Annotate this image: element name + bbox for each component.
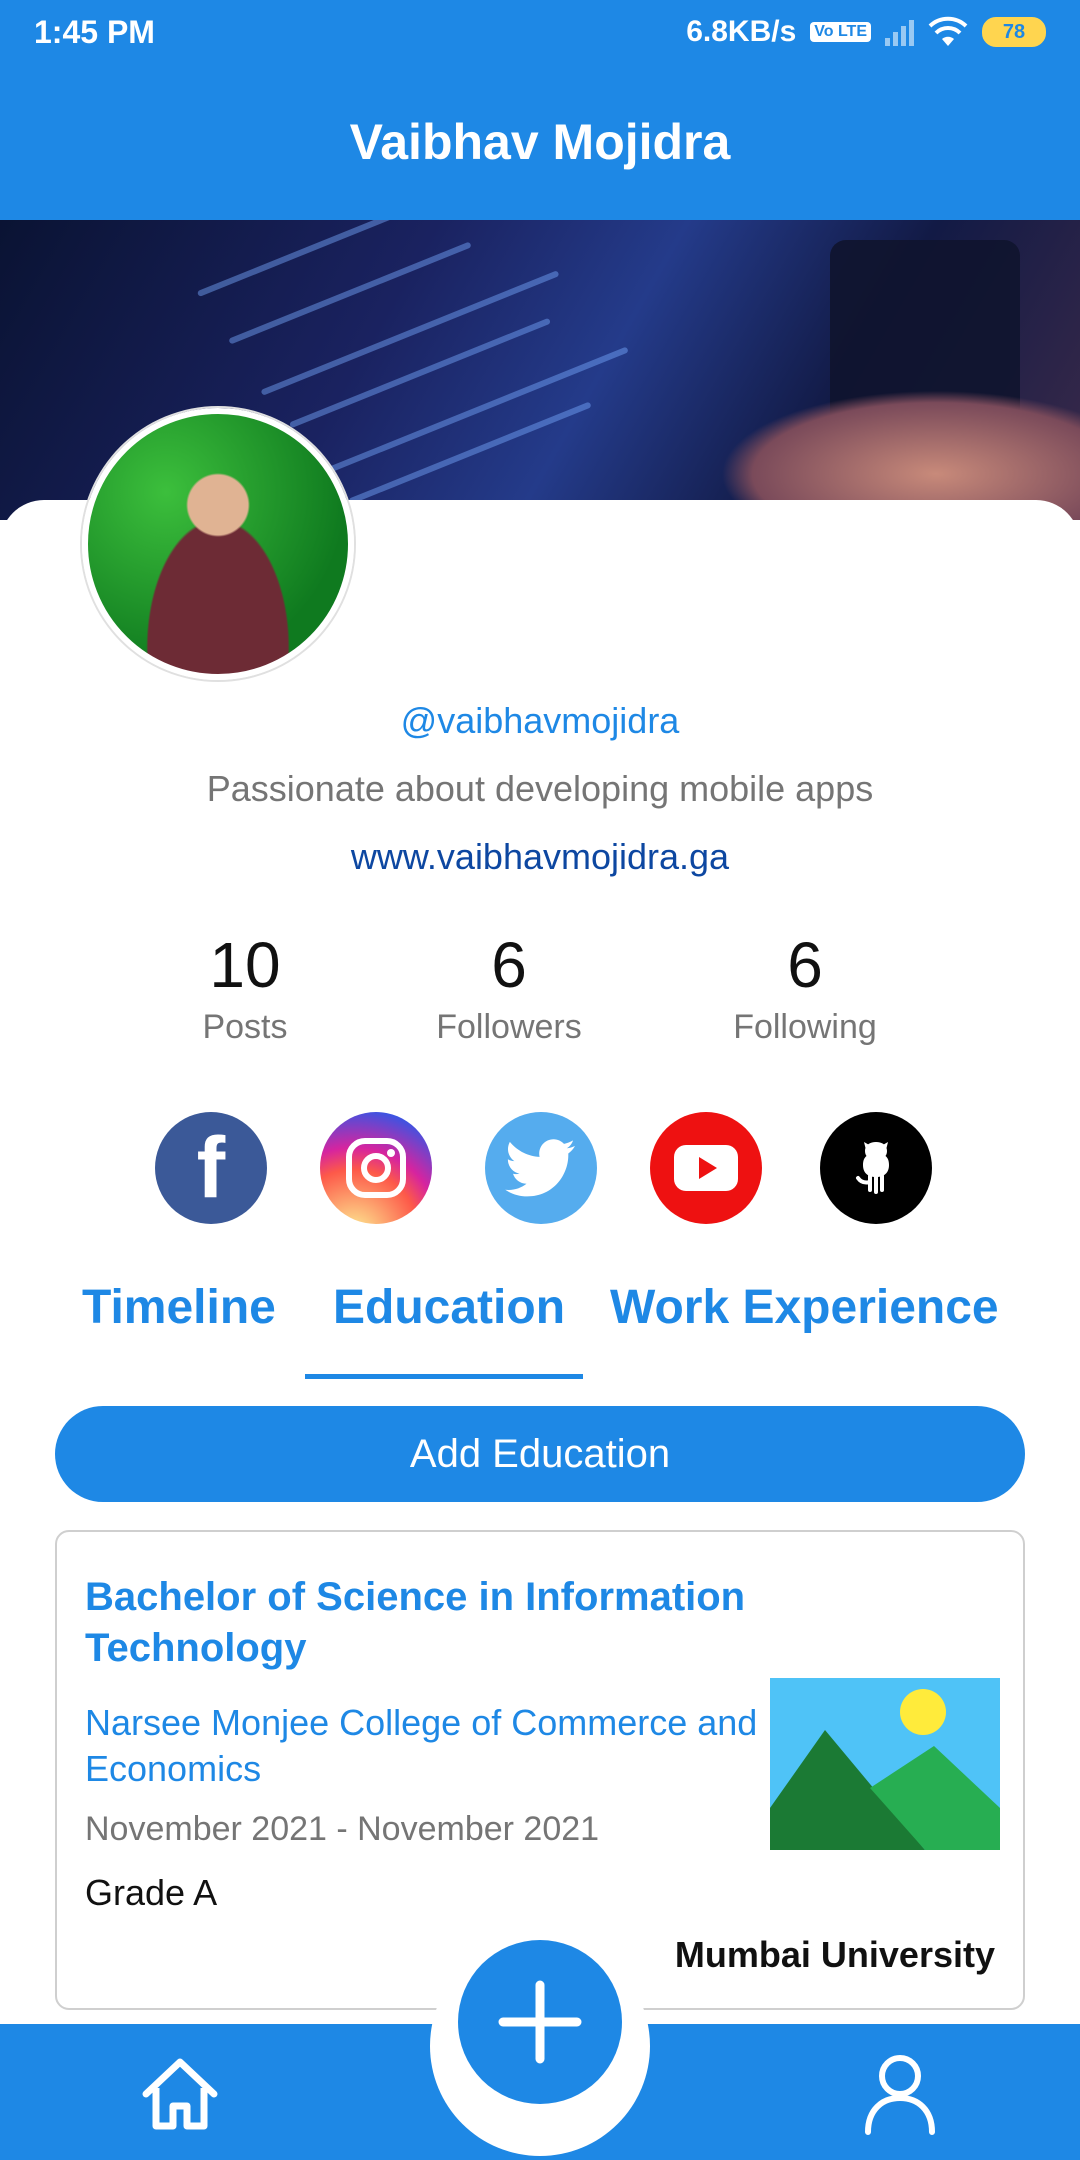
- signal-icon: [885, 18, 914, 46]
- profile-bio: Passionate about developing mobile apps: [206, 768, 874, 809]
- battery-icon: 78: [982, 17, 1046, 47]
- education-degree: Bachelor of Science in Information Techn…: [85, 1575, 746, 1671]
- network-speed: 6.8KB/s: [686, 15, 797, 48]
- facebook-glyph: f: [196, 1119, 226, 1216]
- profile-website-link[interactable]: www.vaibhavmojidra.ga: [0, 836, 1080, 878]
- profile-icon[interactable]: [862, 2052, 938, 2136]
- profile-handle: @vaibhavmojidra: [400, 700, 680, 741]
- page-title: Vaibhav Mojidra: [349, 114, 731, 170]
- social-links: f: [0, 1112, 1080, 1224]
- image-placeholder-icon: [770, 1678, 1000, 1850]
- education-dates: November 2021 - November 2021: [85, 1810, 600, 1848]
- stat-following[interactable]: 6 Following: [685, 928, 925, 1047]
- github-icon[interactable]: [820, 1112, 932, 1224]
- home-icon[interactable]: [140, 2056, 220, 2132]
- tab-timeline[interactable]: Timeline: [82, 1280, 276, 1335]
- stat-label: Following: [733, 1008, 877, 1046]
- profile-stats: 10 Posts 6 Followers 6 Following: [0, 928, 1080, 1058]
- active-tab-indicator: [305, 1374, 583, 1379]
- instagram-glyph: [346, 1138, 406, 1198]
- status-indicators: 6.8KB/s Vo LTE 78: [686, 15, 1046, 49]
- stat-value: 6: [491, 929, 527, 1001]
- volte-icon: Vo LTE: [810, 22, 871, 42]
- education-college: Narsee Monjee College of Commerce and Ec…: [85, 1702, 758, 1790]
- stat-label: Followers: [436, 1008, 582, 1046]
- wifi-icon: [928, 16, 968, 46]
- stat-value: 10: [209, 929, 281, 1001]
- facebook-icon[interactable]: f: [155, 1112, 267, 1224]
- stat-value: 6: [787, 929, 823, 1001]
- status-bar: 1:45 PM 6.8KB/s Vo LTE 78: [0, 0, 1080, 64]
- youtube-icon[interactable]: [650, 1112, 762, 1224]
- education-university: Mumbai University: [674, 1934, 995, 1975]
- github-glyph: [856, 1142, 889, 1194]
- twitter-glyph: [505, 1139, 575, 1197]
- youtube-glyph: [674, 1145, 738, 1191]
- app-bar: Vaibhav Mojidra: [0, 64, 1080, 220]
- education-grade: Grade A: [85, 1872, 218, 1913]
- tab-education[interactable]: Education: [333, 1280, 565, 1335]
- avatar[interactable]: [82, 408, 354, 680]
- twitter-icon[interactable]: [485, 1112, 597, 1224]
- add-education-button[interactable]: Add Education: [55, 1406, 1025, 1502]
- stat-posts[interactable]: 10 Posts: [125, 928, 365, 1047]
- add-fab-button[interactable]: [458, 1940, 622, 2104]
- profile-tabs: Timeline Education Work Experience: [0, 1280, 1080, 1380]
- stat-followers[interactable]: 6 Followers: [389, 928, 629, 1047]
- tab-work-experience[interactable]: Work Experience: [610, 1280, 999, 1335]
- status-time: 1:45 PM: [34, 13, 155, 50]
- add-icon: [498, 1980, 582, 2064]
- stat-label: Posts: [202, 1008, 288, 1046]
- instagram-icon[interactable]: [320, 1112, 432, 1224]
